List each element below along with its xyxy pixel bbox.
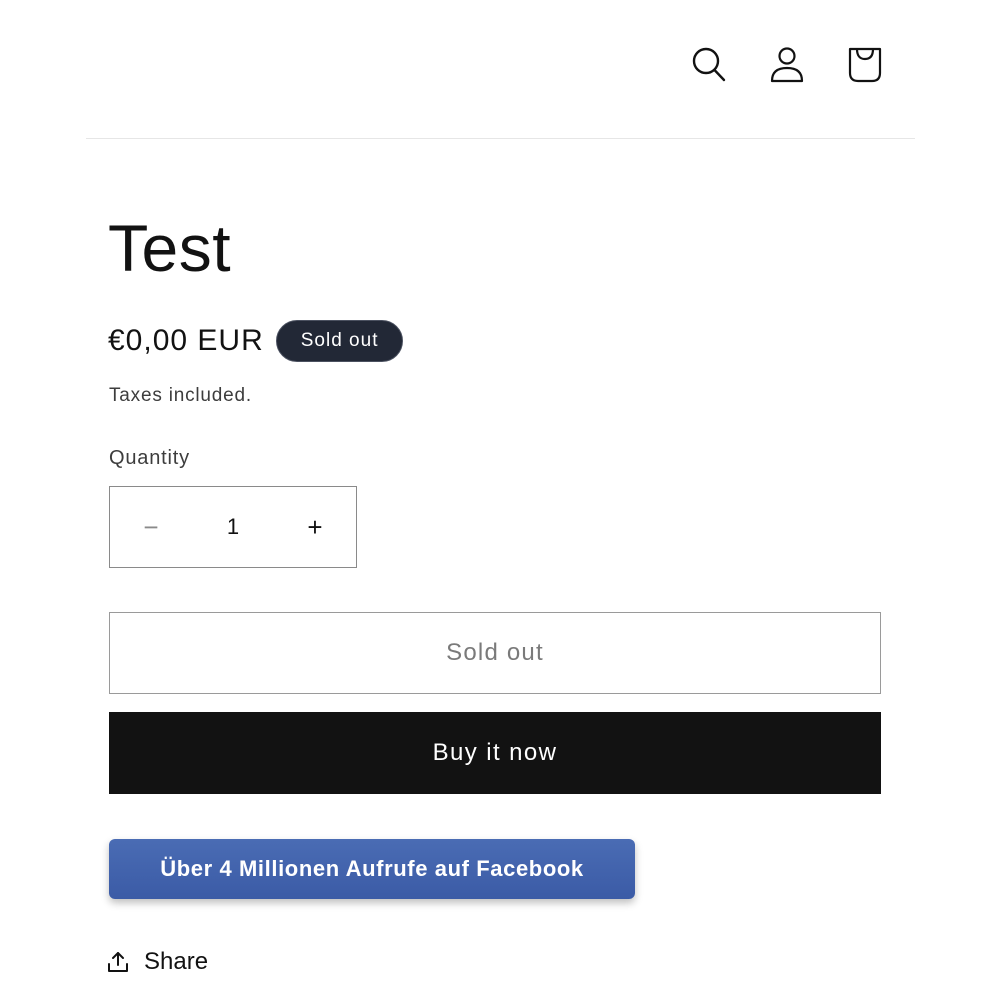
quantity-label: Quantity (109, 447, 190, 469)
facebook-button[interactable]: Über 4 Millionen Aufrufe auf Facebook (109, 839, 635, 899)
share-label: Share (144, 948, 209, 975)
quantity-stepper: − 1 + (109, 486, 357, 568)
cart-icon[interactable] (845, 40, 885, 90)
quantity-decrease-button[interactable]: − (110, 487, 192, 567)
product-page: Test €0,00 EUR Sold out Taxes included. … (0, 0, 1000, 1000)
header-icons (689, 40, 885, 90)
search-icon[interactable] (689, 40, 729, 90)
taxes-note: Taxes included. (109, 385, 252, 406)
product-price: €0,00 EUR (108, 324, 264, 357)
sold-out-button[interactable]: Sold out (109, 612, 881, 694)
share-button[interactable]: Share (106, 948, 208, 976)
quantity-input[interactable]: 1 (193, 514, 273, 540)
share-icon (106, 949, 132, 975)
account-icon[interactable] (767, 40, 807, 90)
buy-now-button[interactable]: Buy it now (109, 712, 881, 794)
sold-out-badge: Sold out (275, 320, 404, 362)
product-title: Test (108, 211, 232, 285)
price-row: €0,00 EUR Sold out (108, 320, 404, 362)
quantity-increase-button[interactable]: + (274, 487, 356, 567)
header-divider (86, 138, 915, 139)
